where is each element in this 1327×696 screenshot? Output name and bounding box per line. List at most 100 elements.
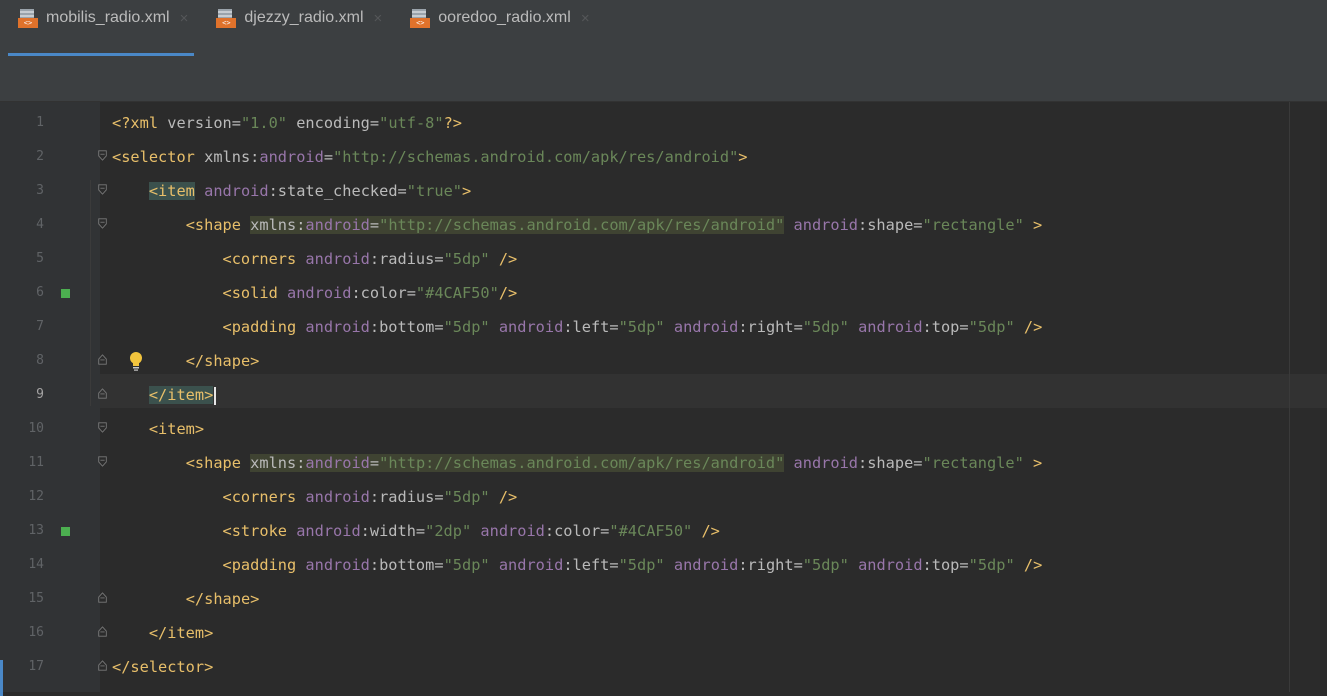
- code-token: "rectangle": [922, 216, 1024, 234]
- breadcrumb-bar: [0, 59, 1327, 102]
- code-line[interactable]: </item>: [112, 616, 213, 650]
- line-number: 4: [36, 217, 44, 232]
- line-number: 13: [28, 523, 44, 538]
- close-icon[interactable]: ×: [581, 10, 590, 27]
- code-token: :color=: [351, 284, 416, 302]
- code-line[interactable]: <corners android:radius="5dp" />: [112, 242, 518, 276]
- code-token: :radius=: [369, 488, 444, 506]
- right-margin-guide: [1289, 102, 1290, 692]
- code-token: </shape>: [185, 352, 260, 370]
- code-token: =: [369, 216, 380, 234]
- fold-close-icon[interactable]: [97, 388, 108, 399]
- lightbulb-icon[interactable]: [128, 351, 144, 371]
- fold-close-icon[interactable]: [97, 354, 108, 365]
- code-line[interactable]: <selector xmlns:android="http://schemas.…: [112, 140, 748, 174]
- close-icon[interactable]: ×: [180, 10, 189, 27]
- code-token: />: [489, 488, 518, 506]
- code-token: :width=: [360, 522, 426, 540]
- tab-djezzy-radio[interactable]: <> djezzy_radio.xml ×: [198, 0, 392, 56]
- code-token: "5dp": [618, 556, 665, 574]
- code-token: <corners: [222, 488, 306, 506]
- line-number: 9: [36, 387, 44, 402]
- code-line[interactable]: <corners android:radius="5dp" />: [112, 480, 518, 514]
- code-token: "5dp": [968, 556, 1015, 574]
- code-token: xmlns:: [250, 454, 306, 472]
- code-token: xmlns:: [250, 216, 306, 234]
- fold-close-icon[interactable]: [97, 660, 108, 671]
- code-token: "#4CAF50": [415, 284, 499, 302]
- code-line[interactable]: </item>: [112, 378, 217, 412]
- code-line[interactable]: </selector>: [112, 650, 213, 684]
- fold-open-icon[interactable]: [97, 218, 108, 229]
- fold-open-icon[interactable]: [97, 422, 108, 433]
- code-line[interactable]: <item android:state_checked="true">: [112, 174, 471, 208]
- code-token: "5dp": [443, 250, 490, 268]
- code-line[interactable]: <stroke android:width="2dp" android:colo…: [112, 514, 720, 548]
- code-editor[interactable]: 1 2 3 4 5 6 7 8 9 10 11 12 13 14 15 16 17 <?xml version=…: [0, 102, 1327, 696]
- code-line[interactable]: <?xml version="1.0" encoding="utf-8"?>: [112, 106, 462, 140]
- text-caret: [214, 386, 217, 405]
- code-token: ?>: [443, 114, 462, 132]
- code-token: "2dp": [425, 522, 472, 540]
- close-icon[interactable]: ×: [374, 10, 383, 27]
- line-number-gutter[interactable]: 1 2 3 4 5 6 7 8 9 10 11 12 13 14 15 16 17: [0, 102, 100, 692]
- code-token: </item>: [148, 624, 214, 642]
- color-swatch-icon[interactable]: [61, 527, 70, 536]
- code-token: <selector: [112, 148, 205, 166]
- code-token: =: [323, 148, 334, 166]
- code-token: "5dp": [443, 318, 490, 336]
- code-token: :radius=: [369, 250, 444, 268]
- tab-mobilis-radio[interactable]: <> mobilis_radio.xml ×: [0, 0, 199, 56]
- color-swatch-icon[interactable]: [61, 289, 70, 298]
- indent-guide: [90, 180, 91, 406]
- code-token: android: [305, 488, 370, 506]
- code-token: android: [286, 284, 352, 302]
- fold-close-icon[interactable]: [97, 626, 108, 637]
- line-number: 5: [36, 251, 44, 266]
- code-token: :shape=: [858, 216, 923, 234]
- code-token: "5dp": [618, 318, 665, 336]
- code-line[interactable]: <padding android:bottom="5dp" android:le…: [112, 310, 1043, 344]
- code-token: version=: [167, 114, 241, 132]
- code-line[interactable]: <shape xmlns:android="http://schemas.and…: [112, 208, 1042, 242]
- code-token: android: [498, 556, 564, 574]
- code-token: <?xml: [112, 114, 168, 132]
- code-token: android: [305, 216, 370, 234]
- code-line[interactable]: <solid android:color="#4CAF50"/>: [112, 276, 518, 310]
- scroll-marker: [0, 660, 3, 696]
- code-line[interactable]: <shape xmlns:android="http://schemas.and…: [112, 446, 1042, 480]
- code-token: />: [692, 522, 720, 540]
- fold-open-icon[interactable]: [97, 456, 108, 467]
- code-token: "5dp": [443, 488, 490, 506]
- editor-tab-bar: <> mobilis_radio.xml × <> djezzy_radio.x…: [0, 0, 1327, 60]
- fold-open-icon[interactable]: [97, 150, 108, 161]
- line-number: 11: [28, 455, 44, 470]
- code-line[interactable]: <item>: [112, 412, 204, 446]
- code-token: :left=: [563, 556, 619, 574]
- code-line[interactable]: </shape>: [112, 582, 260, 616]
- code-token: <stroke: [222, 522, 297, 540]
- code-line[interactable]: <padding android:bottom="5dp" android:le…: [112, 548, 1043, 582]
- code-token: </selector>: [112, 658, 214, 676]
- tab-ooredoo-radio[interactable]: <> ooredoo_radio.xml ×: [392, 0, 599, 56]
- fold-open-icon[interactable]: [97, 184, 108, 195]
- fold-close-icon[interactable]: [97, 592, 108, 603]
- code-token: "5dp": [968, 318, 1015, 336]
- code-token: xmlns:: [204, 148, 260, 166]
- code-token: "5dp": [802, 318, 849, 336]
